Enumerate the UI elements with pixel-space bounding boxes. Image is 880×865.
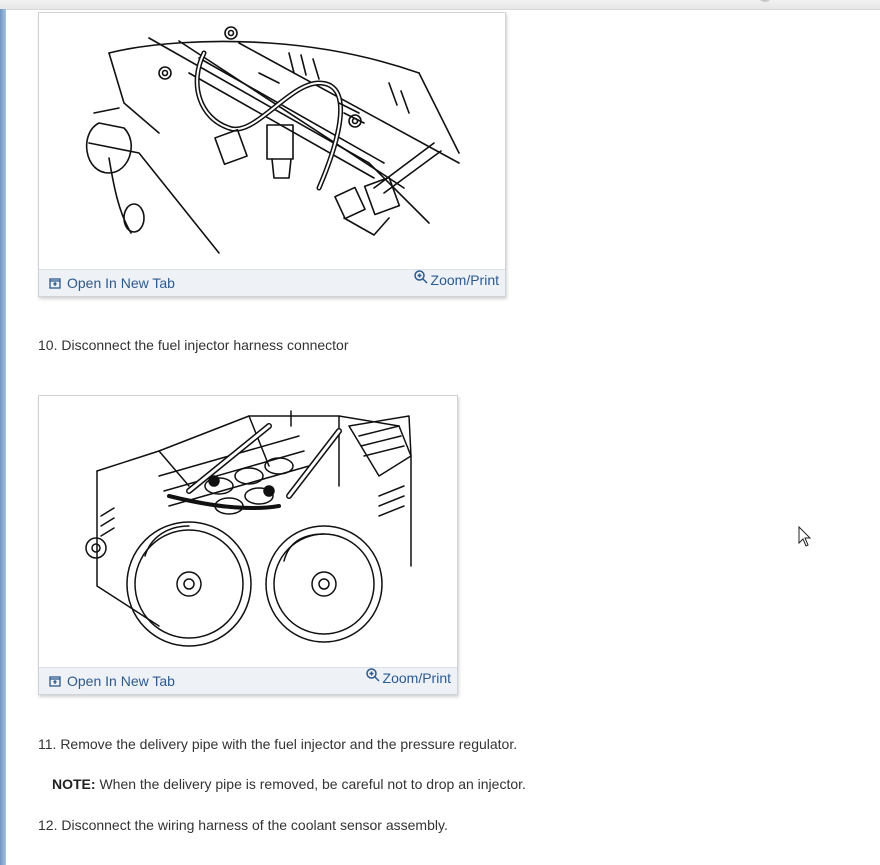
open-in-new-tab-link[interactable]: Open In New Tab	[49, 275, 175, 291]
zoom-print-link[interactable]: Zoom/Print	[413, 270, 499, 288]
zoom-print-label: Zoom/Print	[382, 670, 451, 686]
zoom-icon	[413, 270, 428, 284]
zoom-print-label: Zoom/Print	[430, 272, 499, 288]
open-in-new-tab-label: Open In New Tab	[67, 275, 175, 291]
note-label: NOTE:	[52, 776, 96, 792]
step-11-text: 11. Remove the delivery pipe with the fu…	[38, 736, 518, 752]
note-text: NOTE: When the delivery pipe is removed,…	[52, 776, 526, 792]
open-in-new-tab-icon	[49, 277, 61, 289]
left-scroll-rail	[0, 9, 6, 865]
mouse-cursor-icon	[798, 526, 812, 547]
figure-injector-connector: Open In New Tab Zoom/Print	[38, 12, 506, 297]
engine-delivery-pipe-illustration	[85, 410, 412, 647]
zoom-icon	[365, 668, 380, 682]
injector-harness-illustration	[85, 26, 460, 254]
open-in-new-tab-link[interactable]: Open In New Tab	[49, 673, 175, 689]
zoom-print-link[interactable]: Zoom/Print	[365, 668, 451, 686]
figure-delivery-pipe: Open In New Tab Zoom/Print	[38, 395, 458, 695]
step-10-text: 10. Disconnect the fuel injector harness…	[38, 337, 349, 353]
browser-top-strip	[0, 0, 880, 10]
step-12-text: 12. Disconnect the wiring harness of the…	[38, 817, 448, 833]
note-body: When the delivery pipe is removed, be ca…	[95, 776, 526, 792]
figure-toolbar: Open In New Tab Zoom/Print	[39, 269, 505, 296]
figure-toolbar: Open In New Tab Zoom/Print	[39, 667, 457, 694]
open-in-new-tab-label: Open In New Tab	[67, 673, 175, 689]
open-in-new-tab-icon	[49, 675, 61, 687]
